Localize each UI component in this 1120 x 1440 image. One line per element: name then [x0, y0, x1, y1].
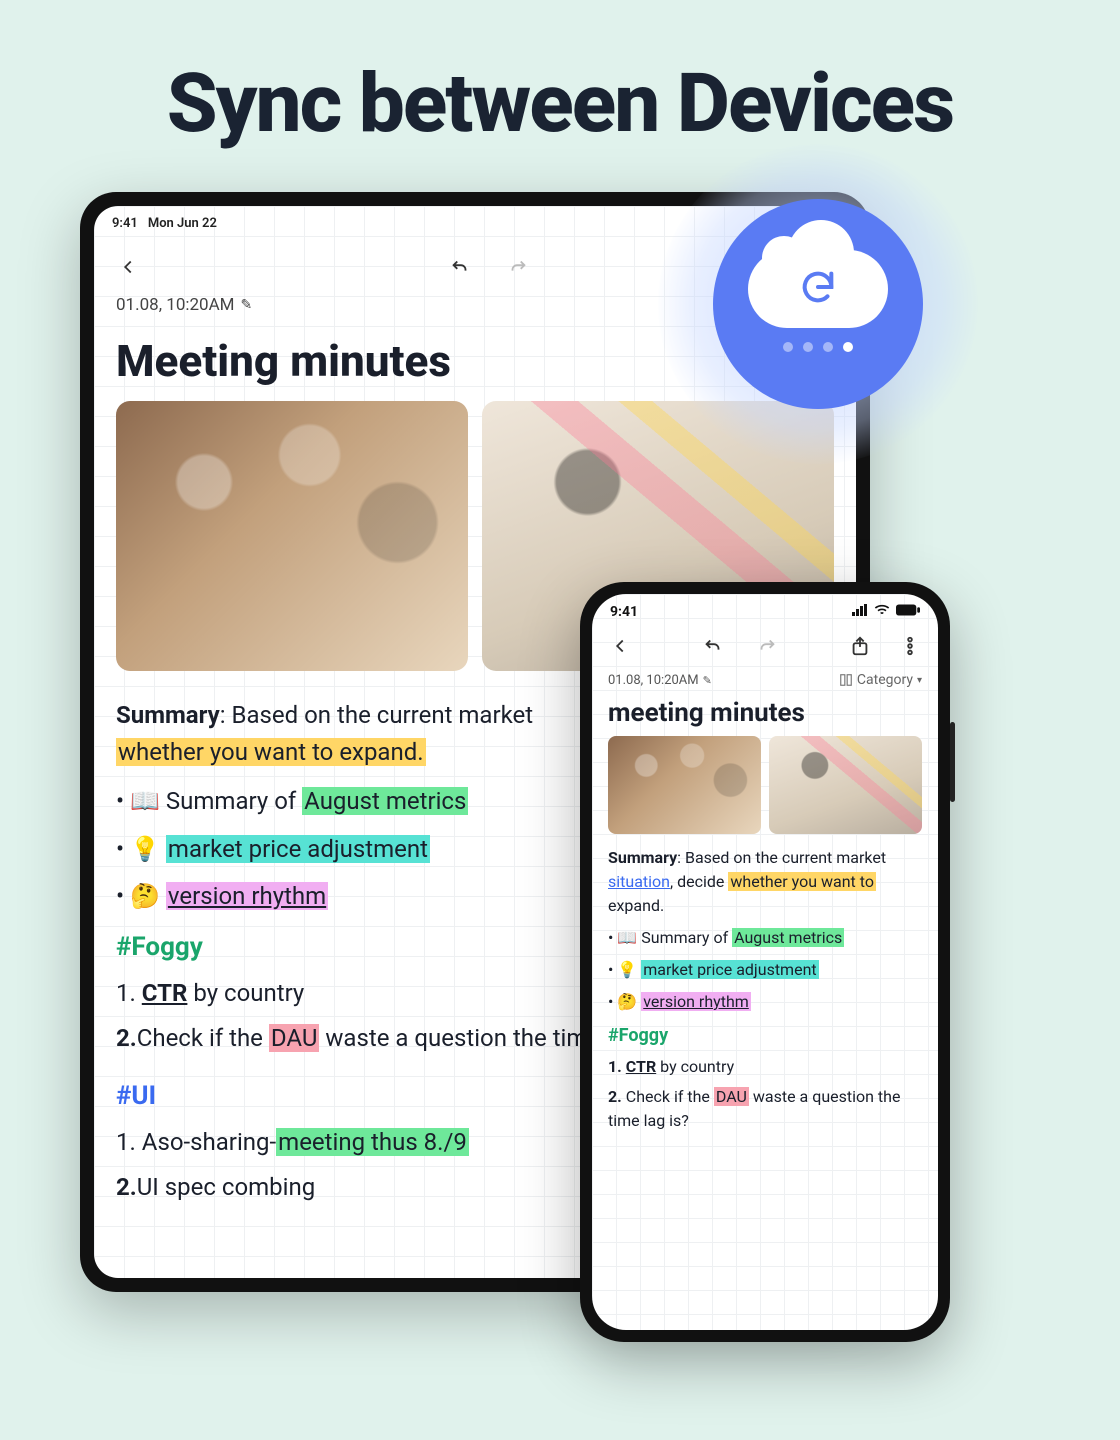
meeting-people-photo[interactable] — [608, 736, 761, 834]
status-time: 9:41 — [112, 216, 138, 231]
tag-foggy[interactable]: #Foggy — [608, 1022, 922, 1049]
photo-row — [592, 736, 938, 844]
note-title[interactable]: meeting minutes — [592, 690, 938, 736]
phone-status-bar: 9:41 — [592, 594, 938, 622]
phone-screen: 9:41 — [592, 594, 938, 1330]
list-text: by country — [656, 1057, 734, 1076]
share-icon[interactable] — [846, 632, 874, 660]
thinking-icon: 🤔 — [617, 992, 637, 1011]
list-text: UI spec combing — [137, 1173, 316, 1201]
situation-link[interactable]: situation — [608, 872, 670, 891]
note-timestamp: 01.08, 10:20AM — [116, 295, 235, 315]
bullet-text: Summary of — [166, 787, 302, 815]
dau-highlight: DAU — [269, 1024, 320, 1052]
list-text: Aso-sharing- — [136, 1128, 276, 1156]
list-number: 2. — [116, 1024, 137, 1052]
summary-text: , decide — [670, 872, 728, 891]
bullet-list: 📖 Summary of August metrics 💡 market pri… — [608, 926, 922, 1014]
bullet-highlight: August metrics — [302, 787, 468, 815]
list-item: 📖 Summary of August metrics — [608, 926, 922, 950]
phone-toolbar — [592, 622, 938, 670]
meeting-people-photo[interactable] — [116, 401, 468, 671]
bulb-icon: 💡 — [617, 960, 637, 979]
note-timestamp: 01.08, 10:20AM — [608, 673, 699, 688]
undo-icon[interactable] — [699, 632, 727, 660]
wifi-icon — [874, 604, 890, 620]
bullet-highlight: August metrics — [732, 928, 844, 947]
back-icon[interactable] — [606, 632, 634, 660]
category-label: Category — [857, 672, 913, 688]
dau-highlight: DAU — [714, 1087, 749, 1106]
tablet-toolbar — [94, 235, 856, 291]
hero-title: Sync between Devices — [0, 0, 1120, 152]
summary-label: Summary — [608, 848, 677, 867]
phone-device-frame: 9:41 — [580, 582, 950, 1342]
summary-text: expand. — [608, 896, 664, 915]
summary-label: Summary — [116, 701, 220, 729]
pencil-icon[interactable]: ✎ — [241, 297, 253, 313]
list-item: 💡 market price adjustment — [608, 958, 922, 982]
list-number: 1. — [608, 1057, 622, 1076]
list-number: 1. — [116, 1128, 136, 1156]
note-title[interactable]: Meeting minutes — [94, 319, 856, 397]
bullet-highlight: version rhythm — [166, 882, 328, 910]
meeting-highlight: meeting thus 8./9 — [276, 1128, 469, 1156]
book-icon: 📖 — [130, 787, 160, 815]
ctr-text: CTR — [626, 1057, 656, 1076]
list-item: 🤔 version rhythm — [608, 990, 922, 1014]
undo-icon[interactable] — [446, 253, 474, 281]
back-icon[interactable] — [114, 253, 142, 281]
book-icon: 📖 — [617, 928, 637, 947]
status-date: Mon Jun 22 — [148, 216, 217, 231]
bulb-icon: 💡 — [130, 835, 160, 863]
list-number: 1. — [116, 979, 136, 1007]
summary-text: : Based on the current market — [677, 848, 886, 867]
list-text: Check if the — [622, 1087, 714, 1106]
list-text: Check if the — [137, 1024, 269, 1052]
pencil-icon[interactable]: ✎ — [703, 674, 712, 687]
battery-icon — [896, 604, 920, 620]
summary-highlight: whether you want to — [728, 872, 876, 891]
thinking-icon: 🤔 — [130, 882, 160, 910]
bullet-text: Summary of — [641, 928, 732, 947]
redo-icon[interactable] — [504, 253, 532, 281]
note-timestamp-row: 01.08, 10:20AM ✎ — [94, 291, 856, 319]
layout-icon — [839, 673, 853, 687]
list-number: 2. — [608, 1087, 622, 1106]
category-button[interactable]: Category ▾ — [839, 672, 922, 688]
bullet-highlight: market price adjustment — [166, 835, 430, 863]
bullet-highlight: version rhythm — [641, 992, 751, 1011]
ctr-text: CTR — [142, 979, 188, 1007]
bullet-highlight: market price adjustment — [641, 960, 818, 979]
list-text: by country — [187, 979, 304, 1007]
list-item: 2. Check if the DAU waste a question the… — [608, 1085, 922, 1133]
tablet-status-bar: 9:41 Mon Jun 22 — [94, 206, 856, 235]
summary-line1: : Based on the current market — [220, 701, 533, 729]
redo-icon[interactable] — [753, 632, 781, 660]
status-time: 9:41 — [610, 604, 638, 620]
note-body[interactable]: Summary: Based on the current market sit… — [592, 844, 938, 1141]
list-number: 2. — [116, 1173, 137, 1201]
signal-icon — [852, 604, 868, 620]
more-icon[interactable] — [896, 632, 924, 660]
desk-papers-photo[interactable] — [769, 736, 922, 834]
chevron-down-icon: ▾ — [917, 675, 922, 686]
foggy-list: 1. CTR by country 2. Check if the DAU wa… — [608, 1055, 922, 1133]
summary-highlight: whether you want to expand. — [116, 738, 426, 766]
list-item: 1. CTR by country — [608, 1055, 922, 1079]
note-meta-row: 01.08, 10:20AM ✎ Category ▾ — [592, 670, 938, 690]
